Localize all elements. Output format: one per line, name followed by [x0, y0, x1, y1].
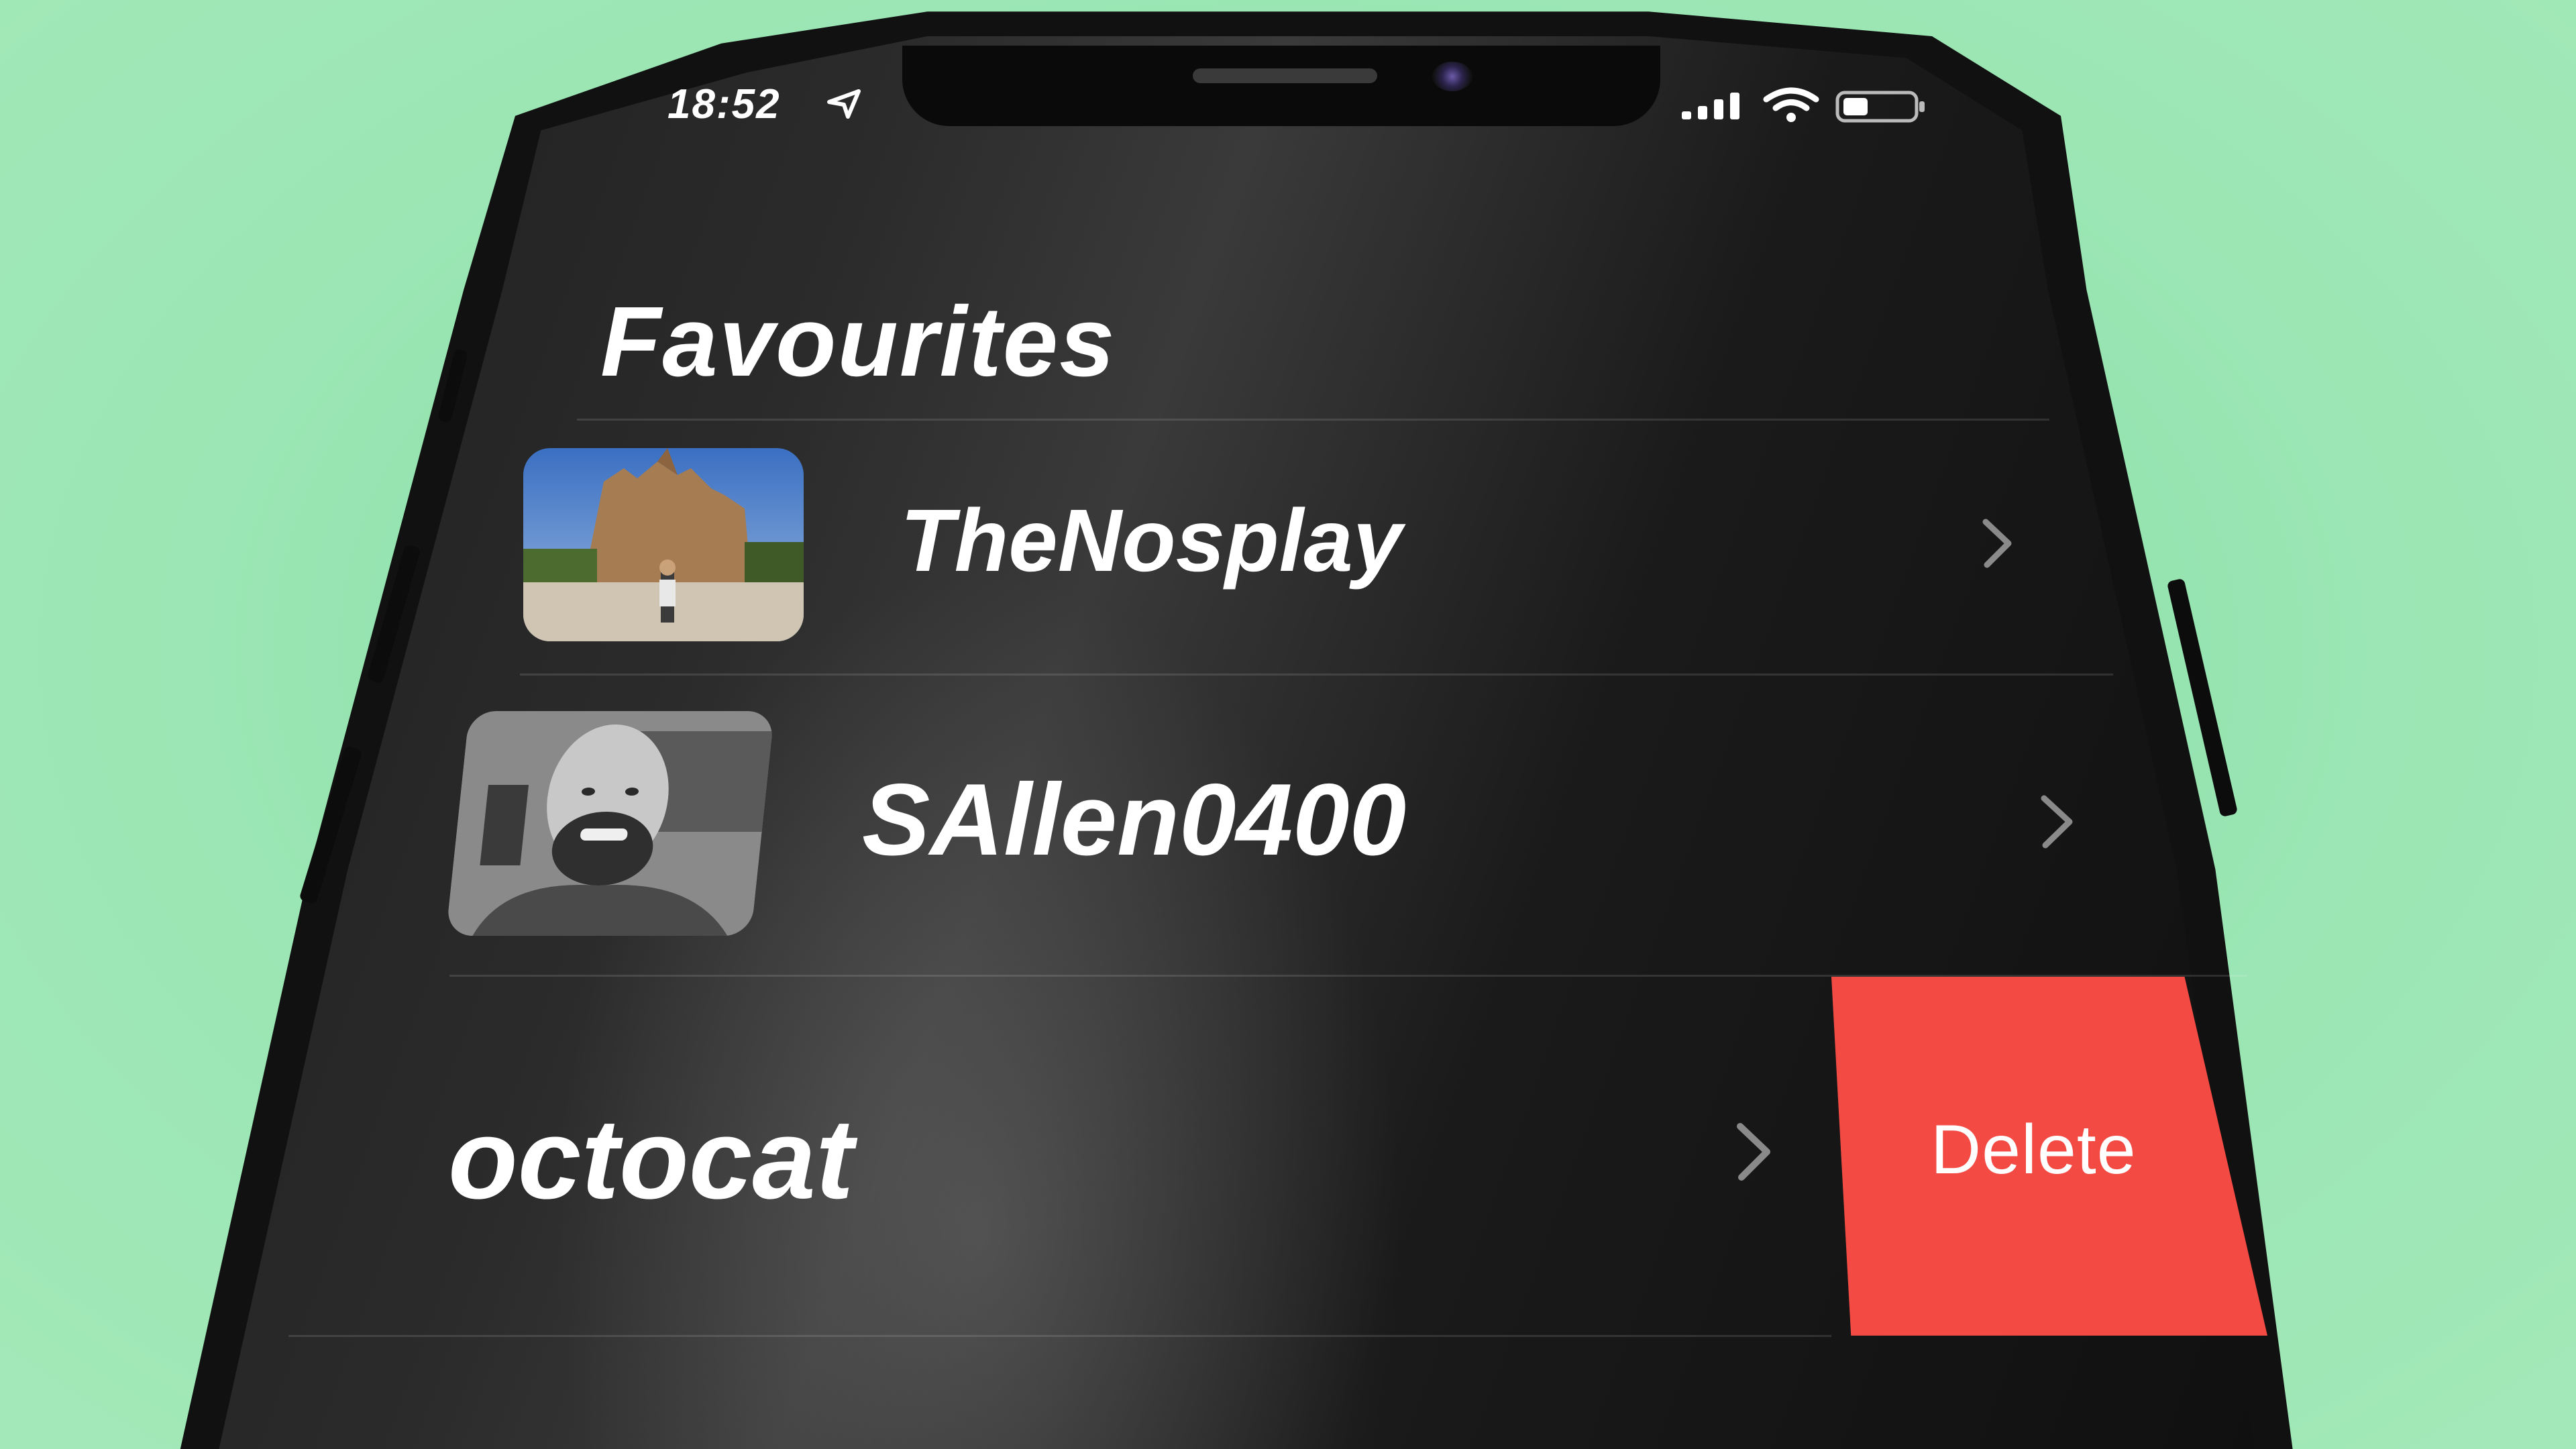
username-label: TheNosplay — [900, 491, 1403, 590]
cellular-signal-icon — [1682, 93, 1739, 119]
avatar — [445, 711, 775, 936]
avatar — [523, 448, 804, 641]
divider — [577, 419, 2049, 421]
divider — [520, 674, 2113, 676]
status-time: 18:52 — [667, 81, 781, 127]
page-title: Favourites — [600, 286, 1116, 397]
location-arrow-icon — [827, 89, 861, 119]
chevron-right-icon — [1737, 1123, 1770, 1181]
divider — [288, 1335, 1831, 1337]
username-label: SAllen0400 — [862, 763, 1407, 877]
delete-label[interactable]: Delete — [1931, 1110, 2137, 1190]
earpiece-speaker — [1193, 68, 1377, 83]
wifi-icon — [1763, 87, 1819, 122]
divider — [449, 975, 2247, 977]
username-label: octocat — [448, 1095, 854, 1223]
chevron-right-icon — [1982, 519, 2012, 568]
battery-icon — [1835, 91, 1925, 123]
chevron-right-icon — [2041, 795, 2073, 849]
notch — [902, 46, 1660, 126]
front-camera — [1432, 62, 1472, 91]
